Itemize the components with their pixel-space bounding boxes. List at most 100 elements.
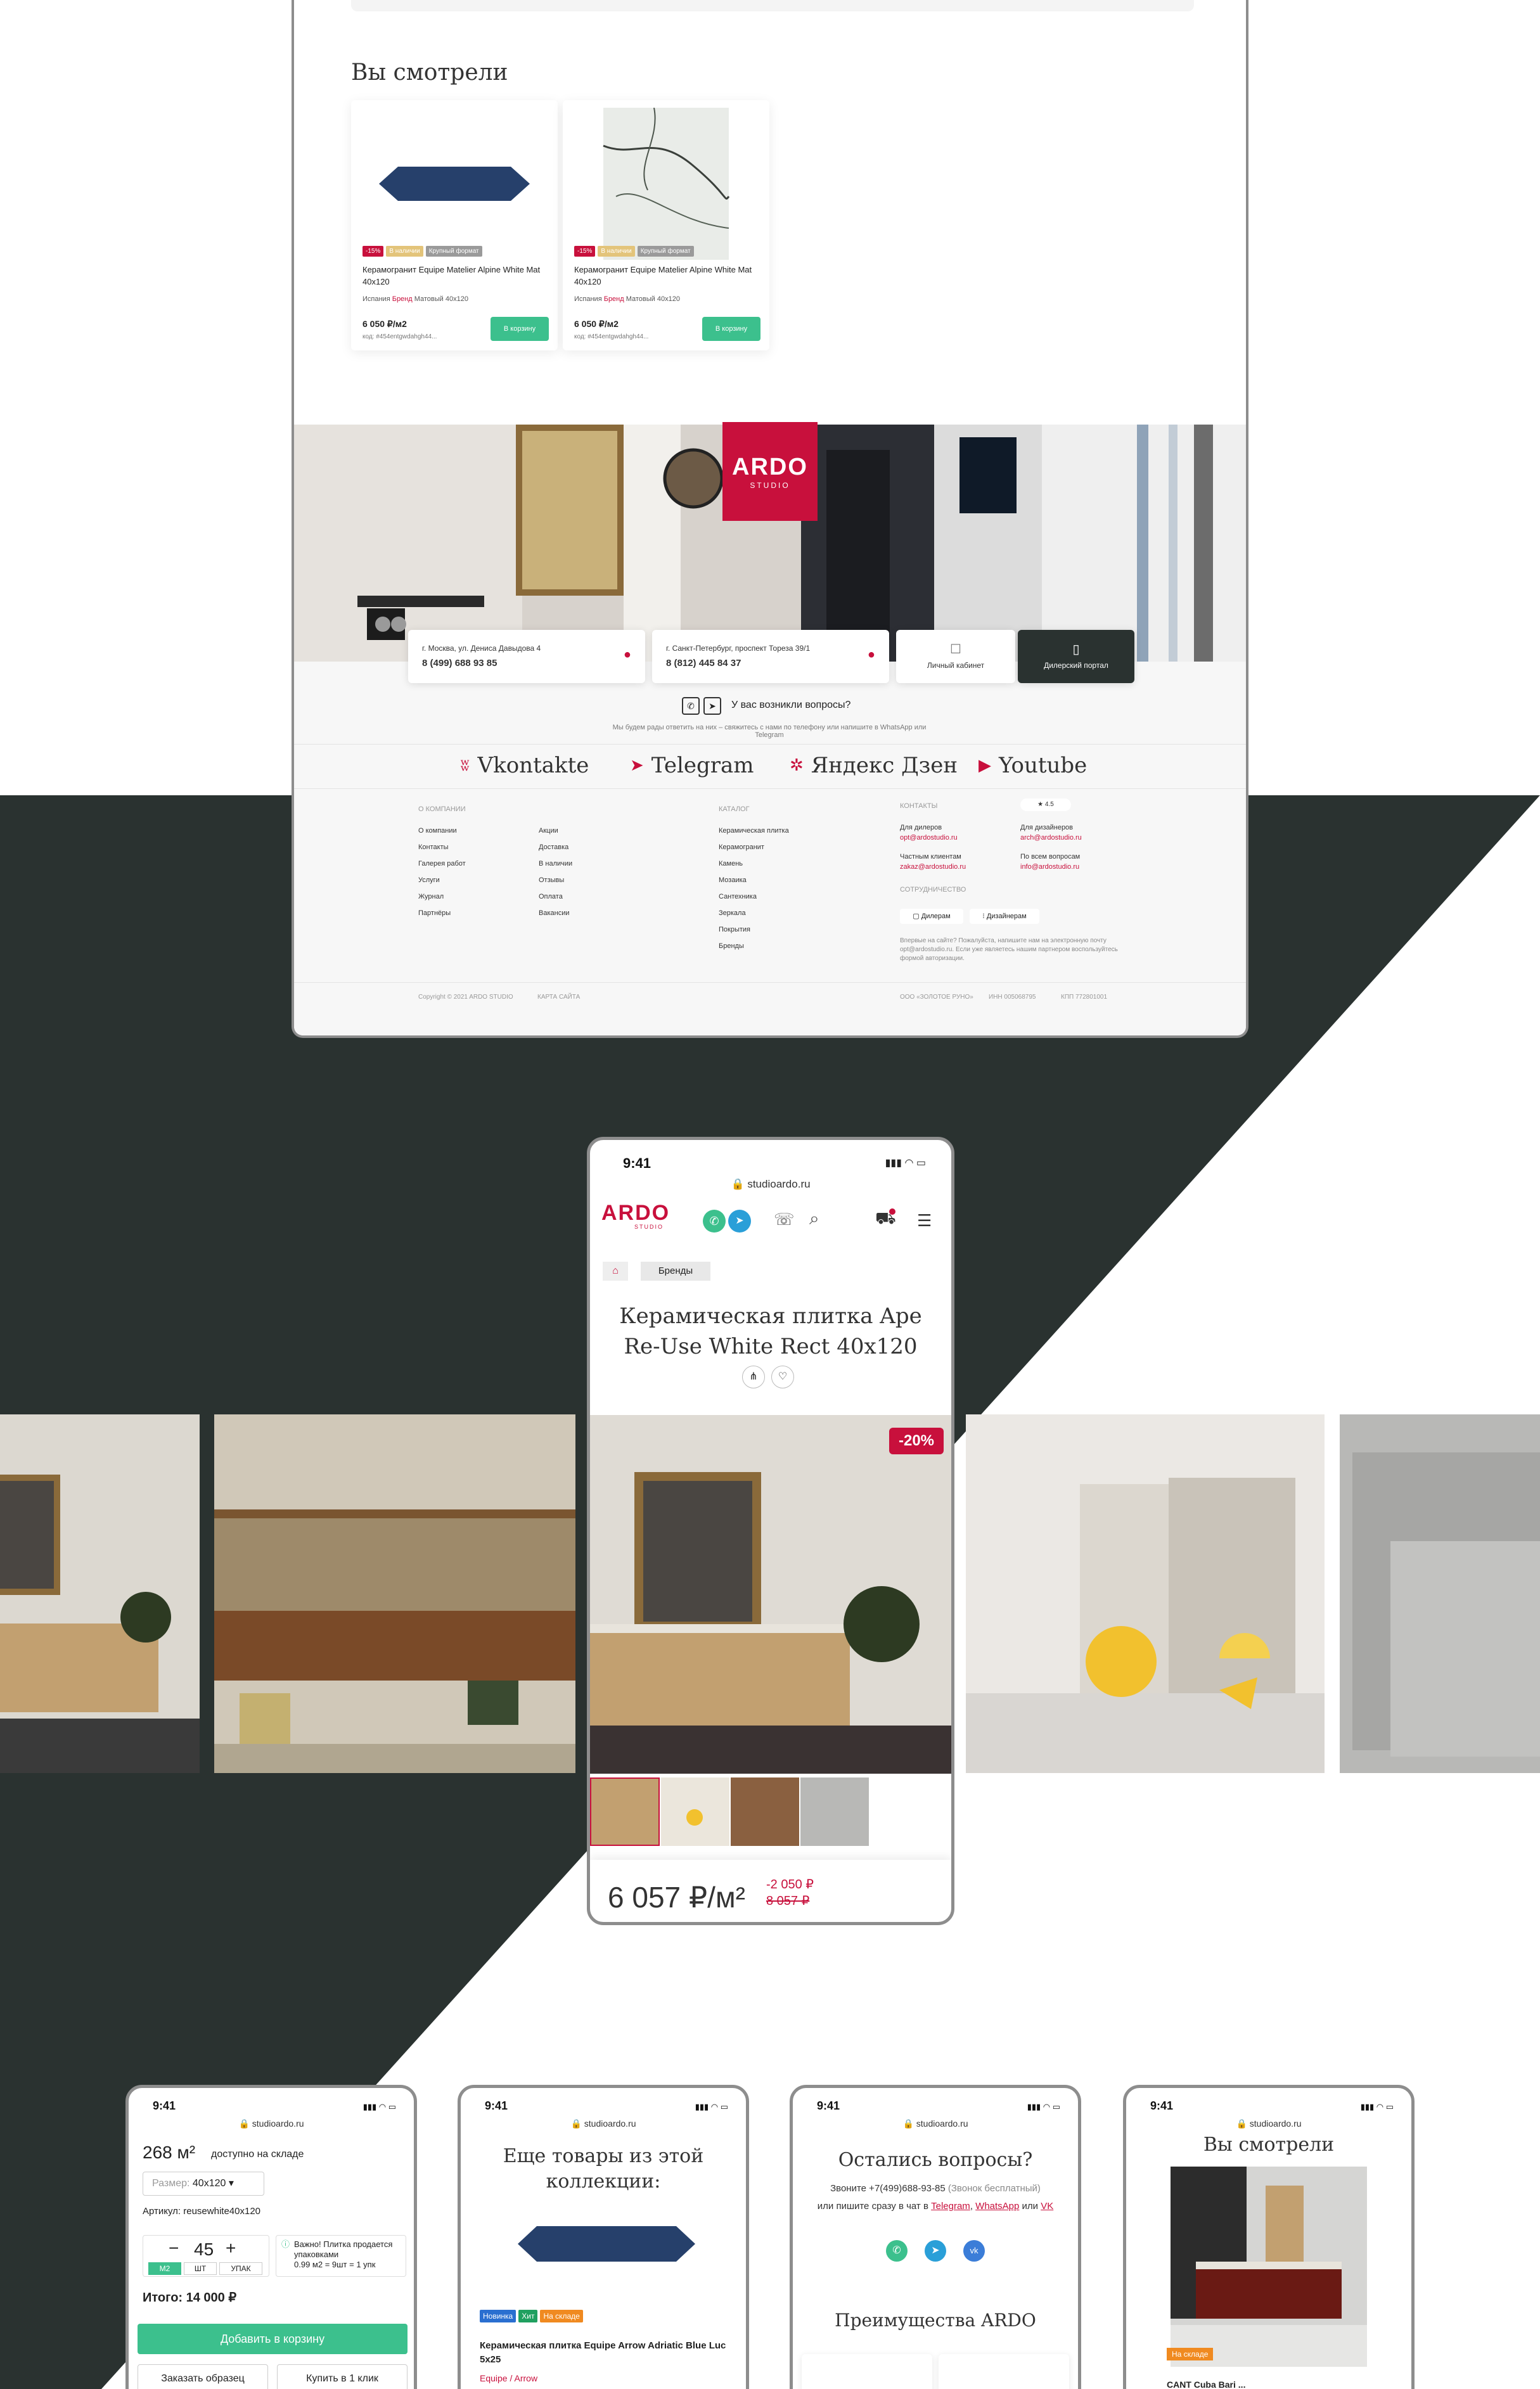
moscow-address-card[interactable]: г. Москва, ул. Дениса Давыдова 4 8 (499)…: [408, 630, 645, 683]
product-code: код: #454entgwdahgh44...: [574, 333, 649, 340]
footer-link[interactable]: Доставка: [539, 839, 572, 855]
vk-link[interactable]: VK: [1041, 2201, 1053, 2212]
telegram-icon[interactable]: ➤: [703, 697, 721, 715]
top-panel: [351, 0, 1194, 11]
ardo-logo[interactable]: ARDO: [601, 1201, 670, 1226]
footer-link[interactable]: Сантехника: [719, 888, 789, 905]
footer-link[interactable]: Керамогранит: [719, 839, 789, 855]
footer-link[interactable]: Контакты: [418, 839, 466, 855]
status-time: 9:41: [1150, 2099, 1174, 2112]
email-link[interactable]: opt@ardostudio.ru: [900, 833, 966, 843]
url-bar[interactable]: 🔒 studioardo.ru: [1126, 2118, 1411, 2129]
plus-icon[interactable]: +: [226, 2238, 236, 2258]
thumbnail[interactable]: [590, 1777, 660, 1846]
unit-pcs[interactable]: ШТ: [184, 2262, 217, 2275]
desktop-preview: Вы смотрели -15% В наличии Крупный форма…: [292, 0, 1248, 1038]
size-select[interactable]: Размер: 40x120 ▾: [143, 2172, 264, 2196]
footer-heading: КОНТАКТЫ: [900, 802, 938, 810]
ardo-logo[interactable]: ARDO STUDIO: [722, 422, 818, 521]
section-title: Вы смотрели: [1203, 2134, 1335, 2156]
thumbnail[interactable]: [731, 1777, 799, 1846]
footer-link[interactable]: Зеркала: [719, 905, 789, 921]
one-click-button[interactable]: Купить в 1 клик: [277, 2364, 407, 2389]
unit-pack[interactable]: УПАК: [219, 2262, 262, 2275]
home-icon[interactable]: ⌂: [603, 1262, 628, 1281]
badge-discount: -15%: [363, 246, 384, 257]
search-icon[interactable]: ⌕: [809, 1208, 819, 1229]
footer-link[interactable]: В наличии: [539, 855, 572, 872]
spb-address-card[interactable]: г. Санкт-Петербург, проспект Тореза 39/1…: [652, 630, 889, 683]
cabinet-button[interactable]: ☐ Личный кабинет: [896, 630, 1015, 683]
telegram-link[interactable]: Telegram: [931, 2201, 970, 2212]
location-pin-icon: ●: [867, 648, 875, 662]
social-dzen[interactable]: ✲ Яндекс Дзен: [790, 753, 958, 778]
footer-link[interactable]: Оплата: [539, 888, 572, 905]
url-bar[interactable]: 🔒 studioardo.ru: [129, 2118, 414, 2129]
email-link[interactable]: arch@ardostudio.ru: [1020, 833, 1082, 843]
product-meta: Испания Бренд Матовый 40x120: [574, 295, 680, 303]
email-link[interactable]: info@ardostudio.ru: [1020, 862, 1082, 872]
whatsapp-icon[interactable]: ✆: [886, 2240, 908, 2262]
thumbnail[interactable]: [661, 1777, 729, 1846]
footer-link[interactable]: Отзывы: [539, 872, 572, 888]
badge-format: Крупный формат: [637, 246, 694, 257]
share-icon[interactable]: ⋔: [742, 1366, 765, 1388]
vk-icon[interactable]: vk: [963, 2240, 985, 2262]
footer-link[interactable]: Керамическая плитка: [719, 823, 789, 839]
product-brand[interactable]: Equipe / Arrow: [480, 2373, 537, 2383]
url-bar[interactable]: 🔒 studioardo.ru: [461, 2118, 746, 2129]
phone-line: Звоните +7(499)688-93-85 (Звонок бесплат…: [830, 2183, 1041, 2194]
footer-link[interactable]: Партнёры: [418, 905, 466, 921]
social-telegram[interactable]: ➤ Telegram: [630, 753, 754, 778]
dealer-portal-button[interactable]: ▯ Дилерский портал: [1018, 630, 1134, 683]
footer-link[interactable]: Журнал: [418, 888, 466, 905]
product-name[interactable]: CANT Cuba Bari ...: [1167, 2379, 1245, 2389]
coop-dealers-button[interactable]: ▢ Дилерам: [900, 909, 963, 924]
url-bar[interactable]: 🔒 studioardo.ru: [590, 1178, 951, 1191]
add-to-cart-button[interactable]: В корзину: [491, 317, 549, 341]
coop-designers-button[interactable]: ⁝ Дизайнерам: [970, 909, 1039, 924]
divider: [294, 982, 1246, 983]
total: Итого: 14 000 ₽: [143, 2291, 237, 2305]
social-vk[interactable]: ʬ Vkontakte: [460, 753, 589, 778]
whatsapp-icon[interactable]: ✆: [703, 1210, 726, 1233]
status-icons: ▮▮▮ ◠ ▭: [1360, 2102, 1394, 2111]
breadcrumb[interactable]: Бренды: [641, 1262, 710, 1281]
product-name[interactable]: Керамогранит Equipe Matelier Alpine Whit…: [574, 264, 758, 288]
unit-m2[interactable]: М2: [148, 2262, 181, 2275]
minus-icon[interactable]: −: [169, 2238, 179, 2258]
footer-link[interactable]: Галерея работ: [418, 855, 466, 872]
phone-number[interactable]: 8 (812) 445 84 37: [666, 658, 741, 669]
whatsapp-link[interactable]: WhatsApp: [975, 2201, 1019, 2212]
order-sample-button[interactable]: Заказать образец: [138, 2364, 268, 2389]
footer-link[interactable]: Вакансии: [539, 905, 572, 921]
url-bar[interactable]: 🔒 studioardo.ru: [793, 2118, 1078, 2129]
add-to-cart-button[interactable]: Добавить в корзину: [138, 2324, 407, 2354]
telegram-icon[interactable]: ➤: [728, 1210, 751, 1233]
footer-link[interactable]: Бренды: [719, 938, 789, 954]
address-text: г. Санкт-Петербург, проспект Тореза 39/1: [666, 644, 811, 653]
user-icon: ☐: [950, 643, 961, 656]
whatsapp-icon[interactable]: ✆: [682, 697, 700, 715]
quantity-stepper[interactable]: − 45 + М2 ШТ УПАК: [143, 2235, 269, 2277]
social-youtube[interactable]: ▶ Youtube: [979, 753, 1087, 778]
favorite-icon[interactable]: ♡: [771, 1366, 794, 1388]
email-link[interactable]: zakaz@ardostudio.ru: [900, 862, 966, 872]
product-name[interactable]: Керамогранит Equipe Matelier Alpine Whit…: [363, 264, 546, 288]
menu-icon[interactable]: ☰: [917, 1211, 932, 1231]
footer-link[interactable]: Покрытия: [719, 921, 789, 938]
footer-link[interactable]: Мозаика: [719, 872, 789, 888]
phone-number[interactable]: 8 (499) 688 93 85: [422, 658, 497, 669]
footer-link[interactable]: Услуги: [418, 872, 466, 888]
phone-icon[interactable]: ☏: [774, 1210, 795, 1229]
footer-link[interactable]: Акции: [539, 823, 572, 839]
product-card[interactable]: -15% В наличии Крупный формат Керамогран…: [563, 100, 769, 350]
sitemap-link[interactable]: КАРТА САЙТА: [537, 994, 580, 1001]
footer-link[interactable]: О компании: [418, 823, 466, 839]
thumbnail[interactable]: [800, 1777, 869, 1846]
product-name[interactable]: Керамическая плитка Equipe Arrow Adriati…: [480, 2339, 733, 2367]
footer-link[interactable]: Камень: [719, 855, 789, 872]
telegram-icon[interactable]: ➤: [925, 2240, 946, 2262]
product-card[interactable]: -15% В наличии Крупный формат Керамогран…: [351, 100, 558, 350]
add-to-cart-button[interactable]: В корзину: [702, 317, 760, 341]
